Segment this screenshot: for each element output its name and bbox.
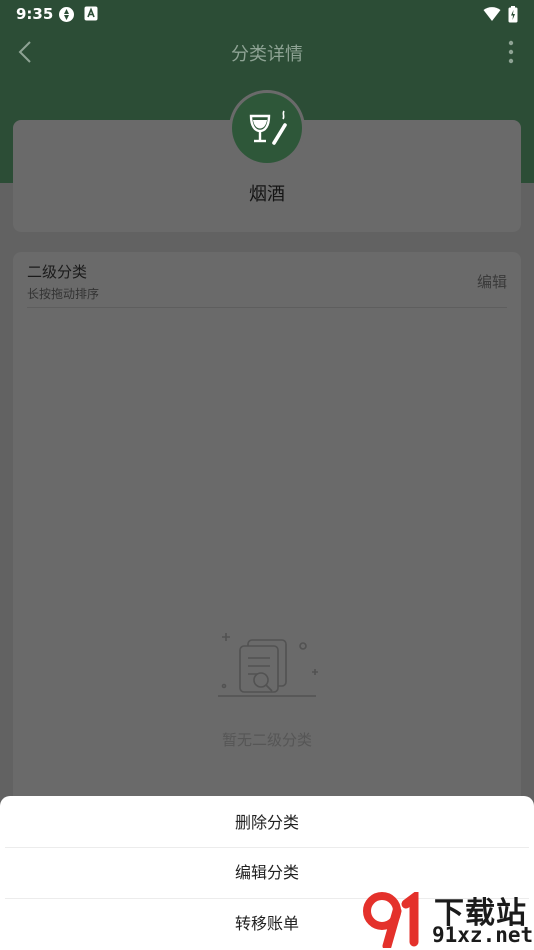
status-bar: 9:35 (0, 0, 534, 28)
category-name: 烟酒 (249, 184, 285, 205)
delete-category-button[interactable]: 删除分类 (0, 798, 534, 848)
sync-icon (59, 7, 74, 22)
page-title: 分类详情 (231, 44, 303, 65)
more-menu-icon[interactable] (502, 38, 520, 66)
title-bar: 分类详情 (0, 28, 534, 76)
tobacco-alcohol-icon (232, 93, 302, 163)
subcategory-title: 二级分类 (27, 263, 88, 281)
wifi-icon (483, 7, 501, 21)
subcategory-panel (13, 252, 521, 852)
watermark: 下载站 91xz.net (362, 888, 534, 950)
notification-a-icon (84, 6, 98, 21)
watermark-url: 91xz.net (432, 923, 534, 947)
watermark-logo-icon (363, 892, 419, 948)
edit-subcategory-button[interactable]: 编辑 (477, 271, 507, 292)
empty-document-icon (218, 633, 318, 697)
divider (27, 307, 507, 308)
battery-icon (508, 6, 518, 23)
sort-hint: 长按拖动排序 (27, 287, 100, 301)
status-time: 9:35 (16, 5, 54, 23)
empty-state-text: 暂无二级分类 (221, 731, 312, 749)
